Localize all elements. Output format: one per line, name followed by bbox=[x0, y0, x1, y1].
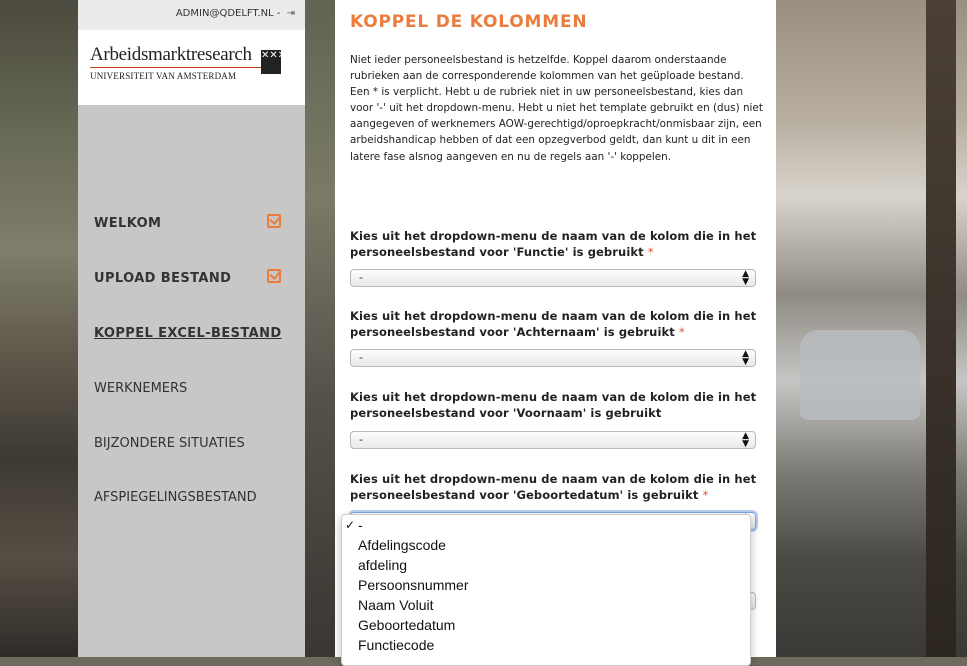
background-tree bbox=[926, 0, 956, 657]
required-marker: * bbox=[678, 325, 685, 339]
dropdown-option[interactable]: Functiecode bbox=[342, 635, 750, 655]
select-arrows-icon: ▲▼ bbox=[742, 349, 749, 367]
sidebar-nav: WELKOM UPLOAD BESTAND KOPPEL EXCEL-BESTA… bbox=[78, 195, 305, 525]
logo-subtitle: UNIVERSITEIT VAN AMSTERDAM bbox=[90, 71, 237, 81]
sidebar-item-welkom[interactable]: WELKOM bbox=[78, 195, 305, 250]
sidebar-item-label: KOPPEL EXCEL-BESTAND bbox=[94, 325, 282, 341]
sidebar-item-label: WELKOM bbox=[94, 215, 162, 231]
logo-divider bbox=[90, 67, 275, 68]
sidebar-item-werknemers[interactable]: WERKNEMERS bbox=[78, 360, 305, 415]
checkbox-checked-icon bbox=[267, 269, 281, 283]
select-arrows-icon: ▲▼ bbox=[742, 431, 749, 449]
intro-text: Niet ieder personeelsbestand is hetzelfd… bbox=[350, 54, 763, 163]
background-photo-left bbox=[0, 0, 78, 657]
field-label: Kies uit het dropdown-menu de naam van d… bbox=[350, 309, 757, 339]
user-email: ADMIN@QDELFT.NL - bbox=[175, 8, 281, 19]
dropdown-option[interactable]: afdeling bbox=[342, 555, 750, 575]
dropdown-option[interactable]: Afdelingscode bbox=[342, 535, 750, 555]
functie-select[interactable]: - ▲ ▼ bbox=[350, 269, 756, 287]
voornaam-select[interactable]: - ▲ ▼ bbox=[350, 431, 756, 449]
checkbox-checked-icon bbox=[267, 214, 281, 228]
dropdown-option[interactable]: Geboortedatum bbox=[342, 615, 750, 635]
sidebar-item-label: UPLOAD BESTAND bbox=[94, 270, 232, 286]
select-arrows-icon: ▲▼ bbox=[742, 269, 749, 287]
logo-title: Arbeidsmarktresearch bbox=[90, 44, 252, 65]
sidebar-item-upload-bestand[interactable]: UPLOAD BESTAND bbox=[78, 250, 305, 305]
dropdown-option[interactable]: Persoonsnummer bbox=[342, 575, 750, 595]
sidebar-item-label: AFSPIEGELINGSBESTAND bbox=[94, 490, 257, 505]
user-bar: ADMIN@QDELFT.NL - ⇥ bbox=[78, 0, 305, 30]
dropdown-options-list: ✓ - Afdelingscode afdeling Persoonsnummer… bbox=[341, 514, 751, 666]
sidebar-item-label: BIJZONDERE SITUATIES bbox=[94, 435, 245, 451]
sidebar: ADMIN@QDELFT.NL - ⇥ Arbeidsmarktresearch… bbox=[78, 0, 305, 657]
sidebar-item-koppel-excel-bestand[interactable]: KOPPEL EXCEL-BESTAND bbox=[78, 305, 305, 360]
logo[interactable]: Arbeidsmarktresearch UNIVERSITEIT VAN AM… bbox=[78, 30, 305, 105]
required-marker: * bbox=[647, 245, 654, 259]
field-label: Kies uit het dropdown-menu de naam van d… bbox=[350, 472, 757, 502]
background-car bbox=[800, 330, 920, 420]
logout-icon[interactable]: ⇥ bbox=[287, 8, 295, 19]
dropdown-option[interactable]: ✓ - bbox=[342, 515, 750, 535]
check-icon: ✓ bbox=[345, 518, 356, 532]
field-geboortedatum: Kies uit het dropdown-menu de naam van d… bbox=[350, 471, 758, 530]
page-title: KOPPEL DE KOLOMMEN bbox=[350, 12, 588, 32]
field-functie: Kies uit het dropdown-menu de naam van d… bbox=[350, 228, 758, 287]
background-photo-right bbox=[776, 0, 967, 657]
dropdown-option[interactable]: Naam Voluit bbox=[342, 595, 750, 615]
uva-emblem-icon: ✕✕✕ bbox=[261, 50, 286, 74]
field-achternaam: Kies uit het dropdown-menu de naam van d… bbox=[350, 308, 758, 367]
field-label: Kies uit het dropdown-menu de naam van d… bbox=[350, 229, 757, 259]
required-marker: * bbox=[702, 488, 709, 502]
sidebar-item-afspiegelingsbestand[interactable]: AFSPIEGELINGSBESTAND bbox=[78, 470, 305, 525]
field-label: Kies uit het dropdown-menu de naam van d… bbox=[350, 390, 757, 420]
background-photo-middle bbox=[305, 0, 335, 657]
sidebar-item-label: WERKNEMERS bbox=[94, 380, 188, 396]
sidebar-item-bijzondere-situaties[interactable]: BIJZONDERE SITUATIES bbox=[78, 415, 305, 470]
field-voornaam: Kies uit het dropdown-menu de naam van d… bbox=[350, 389, 758, 449]
achternaam-select[interactable]: - ▲ ▼ bbox=[350, 349, 756, 367]
